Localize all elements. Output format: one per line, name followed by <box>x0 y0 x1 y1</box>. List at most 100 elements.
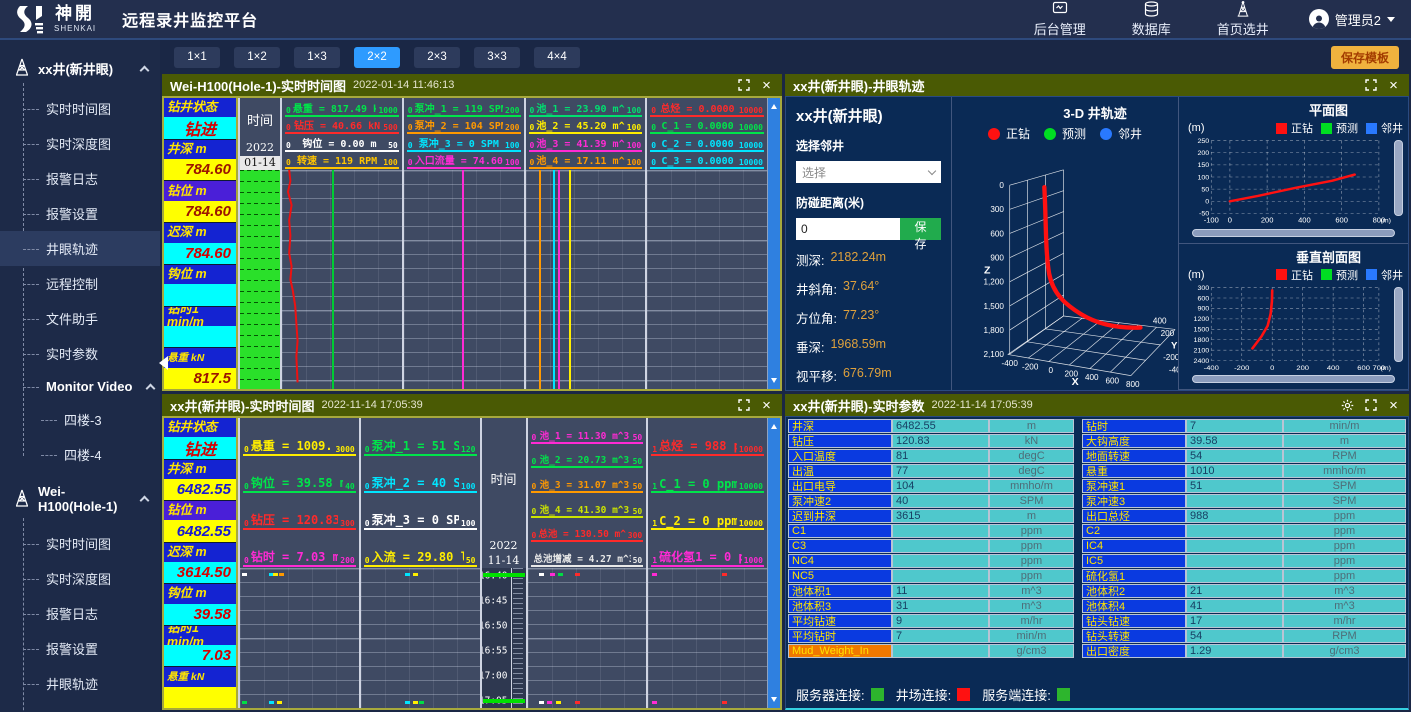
curve-min: 0 <box>408 106 413 115</box>
time-column: 时间202201-14 <box>238 98 280 389</box>
close-icon[interactable]: × <box>759 398 774 413</box>
sidebar-item[interactable]: 报警设置 <box>0 631 160 666</box>
curve-name-value: 池_1 = 11.30 m^3 <box>538 428 630 442</box>
sidebar-collapse-handle[interactable] <box>152 356 168 370</box>
sidebar-item[interactable]: 实时参数 <box>0 336 160 371</box>
scrollbar-vertical[interactable] <box>1394 287 1403 363</box>
layout-button-1×2[interactable]: 1×2 <box>234 47 280 68</box>
layout-button-1×1[interactable]: 1×1 <box>174 47 220 68</box>
legend-swatch <box>1044 128 1056 140</box>
layout-toolbar: 1×1 1×2 1×3 2×2 2×3 3×3 4×4 保存模板 <box>160 40 1411 74</box>
sidebar-item[interactable]: 远程控制 <box>0 266 160 301</box>
track-labels: 0悬重 = 1009.7 kN30000钩位 = 39.58 m400钻压 = … <box>240 418 359 568</box>
sidebar-item[interactable]: 井眼轨迹 <box>0 231 160 266</box>
layout-button-4×4[interactable]: 4×4 <box>534 47 580 68</box>
close-icon[interactable]: × <box>1386 398 1401 413</box>
curve-max: 50 <box>633 457 643 466</box>
scrollbar-vertical[interactable] <box>1394 140 1403 216</box>
section-legend-row: (m) 正钻预测邻井 <box>1184 267 1403 283</box>
expand-icon[interactable] <box>1363 78 1378 93</box>
svg-text:400: 400 <box>1327 363 1340 372</box>
scrollbar-vertical[interactable] <box>767 98 780 389</box>
table-row: C1ppmC2ppm <box>788 524 1406 538</box>
close-icon[interactable]: × <box>759 78 774 93</box>
collision-distance-input[interactable] <box>796 218 900 240</box>
time-tick: 16:55 <box>482 646 508 657</box>
save-button[interactable]: 保存 <box>900 218 941 240</box>
gauge-value: 3614.50 <box>164 562 236 583</box>
layout-button-1×3[interactable]: 1×3 <box>294 47 340 68</box>
sidebar-item[interactable]: 实时时间图 <box>0 91 160 126</box>
chart3d-canvas[interactable]: 03006009001,2001,5001,8002,100-400-20002… <box>952 142 1178 390</box>
track-plot <box>528 568 647 708</box>
gear-icon[interactable] <box>1340 398 1355 413</box>
user-menu[interactable]: 管理员2 <box>1309 9 1395 29</box>
topbar-menu-2[interactable]: 数据库 <box>1132 1 1171 38</box>
sidebar-group-header[interactable]: Wei-H100(Hole-1) <box>0 472 160 526</box>
gauge-label-unit: min/m <box>167 316 233 326</box>
table-gap <box>1074 494 1082 508</box>
gauge-label-text: 迟深 m <box>167 226 233 239</box>
sidebar-item[interactable]: 远程控制 <box>0 701 160 712</box>
topbar-menu-1[interactable]: 后台管理 <box>1034 1 1086 38</box>
derrick-icon <box>14 489 30 510</box>
gauge-1: 井深 m6482.55 <box>164 460 236 501</box>
sidebar-item[interactable]: 井眼轨迹 <box>0 666 160 701</box>
field-label: 测深: <box>796 250 824 269</box>
sidebar-item[interactable]: 报警日志 <box>0 161 160 196</box>
sidebar-group-header[interactable]: xx井(新井眼) <box>0 46 160 91</box>
close-icon[interactable]: × <box>1386 78 1401 93</box>
expand-icon[interactable] <box>1363 398 1378 413</box>
expand-icon[interactable] <box>736 398 751 413</box>
scrollbar-horizontal[interactable] <box>1192 229 1395 237</box>
plan-canvas[interactable]: 250200150100500-50-1000200400600800(m) <box>1184 136 1392 226</box>
sidebar-item[interactable]: Monitor Video <box>0 371 160 402</box>
curve-label: 总池增减 = 4.27 m^350 <box>531 542 644 567</box>
layout-button-2×2[interactable]: 2×2 <box>354 47 400 68</box>
time-chart: 时间202201-140悬重 = 817.49 kN10000钻压 = 40.6… <box>238 98 767 389</box>
param-unit: ppm <box>1283 539 1406 553</box>
svg-text:0: 0 <box>1048 366 1053 375</box>
param-unit: min/m <box>989 629 1074 643</box>
curve-name-value: 悬重 = 817.49 kN <box>293 100 377 115</box>
sidebar-item[interactable]: 报警设置 <box>0 196 160 231</box>
layout-button-3×3[interactable]: 3×3 <box>474 47 520 68</box>
status-indicator <box>871 688 884 701</box>
svg-text:Z: Z <box>984 265 991 277</box>
gauge-value: 784.60 <box>164 159 236 180</box>
curve-min: 0 <box>244 556 249 565</box>
scrollbar-vertical[interactable] <box>767 418 780 708</box>
curve-max: 50 <box>633 507 643 516</box>
gauge-label: 钻井状态 <box>164 418 236 437</box>
topbar-menu-3[interactable]: 首页选井 <box>1217 1 1269 38</box>
curve-min: 0 <box>532 433 537 442</box>
svg-text:Y: Y <box>1171 341 1178 352</box>
collision-distance-row: 保存 <box>796 218 941 240</box>
section-canvas[interactable]: 30060090012001500180021002400-400-200020… <box>1184 283 1392 373</box>
sidebar-item[interactable]: 实时时间图 <box>0 526 160 561</box>
topbar: 神開 SHENKAI 远程录井监控平台 后台管理数据库首页选井 管理员2 <box>0 0 1411 40</box>
sidebar-item[interactable]: 四楼-3 <box>0 402 160 437</box>
data-point <box>419 701 424 704</box>
save-template-button[interactable]: 保存模板 <box>1331 46 1399 69</box>
layout-button-2×3[interactable]: 2×3 <box>414 47 460 68</box>
sidebar-item[interactable]: 实时深度图 <box>0 126 160 161</box>
neighbor-select[interactable]: 选择 <box>796 161 941 183</box>
curve-label: 0钩位 = 39.58 m40 <box>243 456 356 493</box>
chart-track: 0悬重 = 817.49 kN10000钻压 = 40.66 kN5000钩位 … <box>280 98 402 389</box>
sidebar-item[interactable]: 四楼-4 <box>0 437 160 472</box>
expand-icon[interactable] <box>736 78 751 93</box>
scrollbar-horizontal[interactable] <box>1192 375 1395 383</box>
sidebar-item[interactable]: 实时深度图 <box>0 561 160 596</box>
panel-bl-title: xx井(新井眼)-实时时间图 <box>170 396 314 415</box>
topbar-menus: 后台管理 数据库 首页选井 <box>1034 1 1269 38</box>
sidebar-item[interactable]: 文件助手 <box>0 301 160 336</box>
chart-track: 1总烃 = 988 ppm100001C_1 = 0 ppm100001C_2 … <box>646 418 767 708</box>
sidebar-item[interactable]: 报警日志 <box>0 596 160 631</box>
data-point <box>575 573 580 576</box>
chart3d-legend: 正钻预测邻井 <box>952 125 1178 142</box>
panel-bl-header: xx井(新井眼)-实时时间图 2022-11-14 17:05:39 × <box>162 394 782 416</box>
legend-label: 正钻 <box>1291 120 1313 136</box>
data-point <box>558 573 563 576</box>
svg-text:-100: -100 <box>1204 216 1219 225</box>
